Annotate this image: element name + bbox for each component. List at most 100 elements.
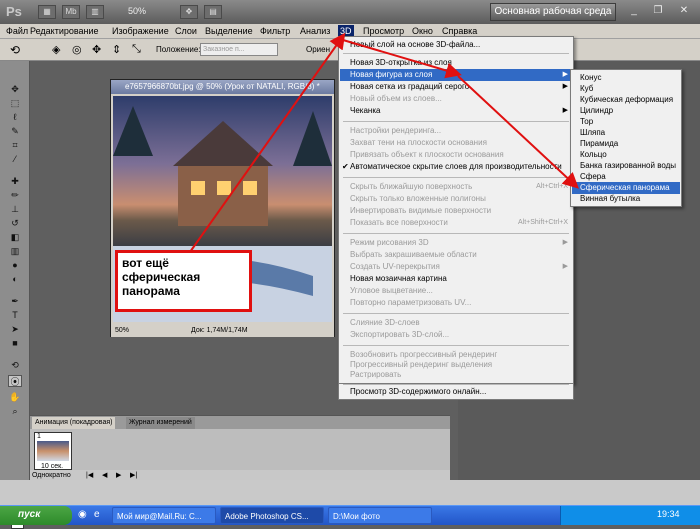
lasso-tool-icon[interactable]: ℓ	[8, 111, 22, 123]
3d-roll-icon[interactable]: ◎	[72, 43, 82, 56]
eraser-tool-icon[interactable]: ◧	[8, 231, 22, 243]
move-tool-icon[interactable]: ✥	[8, 83, 22, 95]
submenu-arrow-icon: ▶	[562, 107, 568, 114]
position-label: Положение:	[156, 45, 201, 54]
extras-button[interactable]: ▥	[86, 5, 104, 19]
frame-delay[interactable]: 10 сек.	[41, 463, 63, 470]
dodge-tool-icon[interactable]: ◐	[8, 273, 22, 285]
3d-object-icon[interactable]: ◈	[52, 43, 60, 56]
frame-thumbnail	[37, 441, 69, 461]
menu3d-ground-shadow[interactable]: Захват тени на плоскости основания	[340, 137, 572, 149]
menu-filter[interactable]: Фильтр	[258, 25, 292, 38]
menu3d-snap-to-ground[interactable]: Привязать объект к плоскости основания	[340, 149, 572, 161]
blur-tool-icon[interactable]: ●	[8, 259, 22, 271]
shape-wine-bottle[interactable]: Винная бутылка	[572, 193, 680, 205]
gradient-tool-icon[interactable]: ▥	[8, 245, 22, 257]
shortcut-label: Alt+Shift+Ctrl+X	[518, 219, 568, 226]
menu3d-reparameterize[interactable]: Повторно параметризовать UV...	[340, 297, 572, 309]
tab-measurement-log[interactable]: Журнал измерений	[126, 417, 195, 429]
menu3d-create-uv-overlays[interactable]: Создать UV-перекрытия ▶	[340, 261, 572, 273]
pen-tool-icon[interactable]: ✒	[8, 295, 22, 307]
menu3d-paint-mode[interactable]: Режим рисования 3D ▶	[340, 237, 572, 249]
menu3d-new-shape[interactable]: Новая фигура из слоя ▶	[340, 69, 572, 81]
menu3d-export-layer[interactable]: Экспортировать 3D-слой...	[340, 329, 572, 341]
start-button[interactable]: пуск	[0, 506, 72, 525]
menu-analysis[interactable]: Анализ	[298, 25, 332, 38]
brush-tool-icon[interactable]: ✏	[8, 189, 22, 201]
menu3d-new-shape-label: Новая фигура из слоя	[350, 70, 433, 79]
menu3d-select-paintable[interactable]: Выбрать закрашиваемые области	[340, 249, 572, 261]
menu3d-hide-nearest[interactable]: Скрыть ближайшую поверхность Alt+Ctrl+X	[340, 181, 572, 193]
zoom-tool-icon[interactable]: ⌕	[8, 405, 22, 417]
marquee-tool-icon[interactable]: ⬚	[8, 97, 22, 109]
quicklaunch-ie-icon[interactable]: e	[94, 509, 100, 520]
hand-tool-icon[interactable]: ✋	[8, 391, 22, 403]
mini-bridge-button[interactable]: Mb	[62, 5, 80, 19]
rotate-3d-icon[interactable]: ⟲	[10, 43, 20, 57]
clone-stamp-tool-icon[interactable]: ⊥	[8, 203, 22, 215]
document-status-bar: 50% Док: 1,74M/1,74M	[111, 324, 334, 337]
3d-rotate-tool-icon[interactable]: ⟲	[8, 359, 22, 371]
separator	[343, 121, 569, 122]
menu3d-new-mesh[interactable]: Новая сетка из градаций серого ▶	[340, 81, 572, 93]
menu3d-reveal-all[interactable]: Показать все поверхности Alt+Shift+Ctrl+X	[340, 217, 572, 229]
healing-brush-tool-icon[interactable]: ✚	[8, 175, 22, 187]
task-mailru[interactable]: Мой мир@Mail.Ru: С...	[112, 507, 216, 524]
menu3d-new-from-file[interactable]: Новый слой на основе 3D-файла...	[340, 39, 572, 51]
quick-select-tool-icon[interactable]: ✎	[8, 125, 22, 137]
menu3d-paint-mode-label: Режим рисования 3D	[350, 238, 429, 247]
menu-select[interactable]: Выделение	[203, 25, 255, 38]
3d-camera-tool-icon[interactable]: ⦿	[8, 375, 22, 387]
menu3d-new-tiled-painting[interactable]: Новая мозаичная картина	[340, 273, 572, 285]
doc-size-info[interactable]: Док: 1,74M/1,74M	[191, 324, 248, 337]
menu3d-new-postcard[interactable]: Новая 3D-открытка из слоя	[340, 57, 572, 69]
3d-scale-icon[interactable]: ⤡	[132, 43, 141, 56]
menu3d-invert-visible[interactable]: Инвертировать видимые поверхности	[340, 205, 572, 217]
frame-number: 1	[37, 433, 41, 440]
workspace-switcher[interactable]: Основная рабочая среда	[490, 3, 616, 21]
task-photoshop[interactable]: Adobe Photoshop CS...	[220, 507, 324, 524]
menu3d-auto-hide-layers[interactable]: ✔ Автоматическое скрытие слоев для произв…	[340, 161, 572, 173]
menu3d-hide-nearest-label: Скрыть ближайшую поверхность	[350, 182, 473, 191]
hand-tool-button[interactable]: ✥	[180, 5, 198, 19]
quicklaunch-icon[interactable]: ◉	[78, 509, 87, 520]
menu3d-rasterize[interactable]: Растрировать	[340, 369, 572, 381]
arrange-documents-button[interactable]: ▤	[204, 5, 222, 19]
menu3d-merge-layers[interactable]: Слияние 3D-слоев	[340, 317, 572, 329]
menu-3d-footer: Просмотр 3D-содержимого онлайн...	[338, 384, 574, 400]
type-tool-icon[interactable]: T	[8, 309, 22, 321]
minimize-icon[interactable]: _	[626, 5, 642, 19]
restore-icon[interactable]: ❐	[650, 5, 666, 19]
submenu-arrow-icon: ▶	[562, 71, 568, 78]
document-title[interactable]: e7657966870bt.jpg @ 50% (Урок от NATALI,…	[111, 80, 334, 94]
eyedropper-tool-icon[interactable]: ⁄	[8, 153, 22, 165]
zoom-level[interactable]: 50%	[128, 6, 146, 16]
animation-frame[interactable]: 1 10 сек.	[34, 432, 72, 470]
menu-layers[interactable]: Слои	[173, 25, 199, 38]
menu3d-repousse[interactable]: Чеканка ▶	[340, 105, 572, 117]
3d-slide-icon[interactable]: ⇕	[112, 43, 121, 56]
task-my-photos[interactable]: D:\Мои фото	[328, 507, 432, 524]
menu-3d-dropdown: Новый слой на основе 3D-файла... Новая 3…	[338, 36, 574, 384]
shape-tool-icon[interactable]: ■	[8, 337, 22, 349]
bridge-button[interactable]: ▦	[38, 5, 56, 19]
doc-zoom-field[interactable]: 50%	[115, 324, 129, 337]
menu3d-render-settings[interactable]: Настройки рендеринга...	[340, 125, 572, 137]
menu3d-new-volume[interactable]: Новый объем из слоев...	[340, 93, 572, 105]
menu3d-paint-falloff[interactable]: Угловое выцветание...	[340, 285, 572, 297]
menu3d-hide-enclosed[interactable]: Скрыть только вложенные полигоны	[340, 193, 572, 205]
menu-edit[interactable]: Редактирование	[28, 25, 101, 38]
new-shape-submenu: Конус Куб Кубическая деформация Цилиндр …	[570, 69, 682, 207]
close-icon[interactable]: ✕	[676, 5, 692, 19]
menu-file[interactable]: Файл	[4, 25, 30, 38]
tab-animation[interactable]: Анимация (покадровая)	[32, 417, 116, 429]
submenu-arrow-icon: ▶	[562, 83, 568, 90]
3d-drag-icon[interactable]: ✥	[92, 43, 101, 56]
path-selection-tool-icon[interactable]: ➤	[8, 323, 22, 335]
crop-tool-icon[interactable]: ⌗	[8, 139, 22, 151]
system-tray: 19:34	[560, 506, 700, 525]
history-brush-tool-icon[interactable]: ↺	[8, 217, 22, 229]
position-select[interactable]: Заказное п...	[200, 43, 278, 56]
menu-image[interactable]: Изображение	[110, 25, 171, 38]
menu3d-browse-online[interactable]: Просмотр 3D-содержимого онлайн...	[340, 386, 572, 398]
